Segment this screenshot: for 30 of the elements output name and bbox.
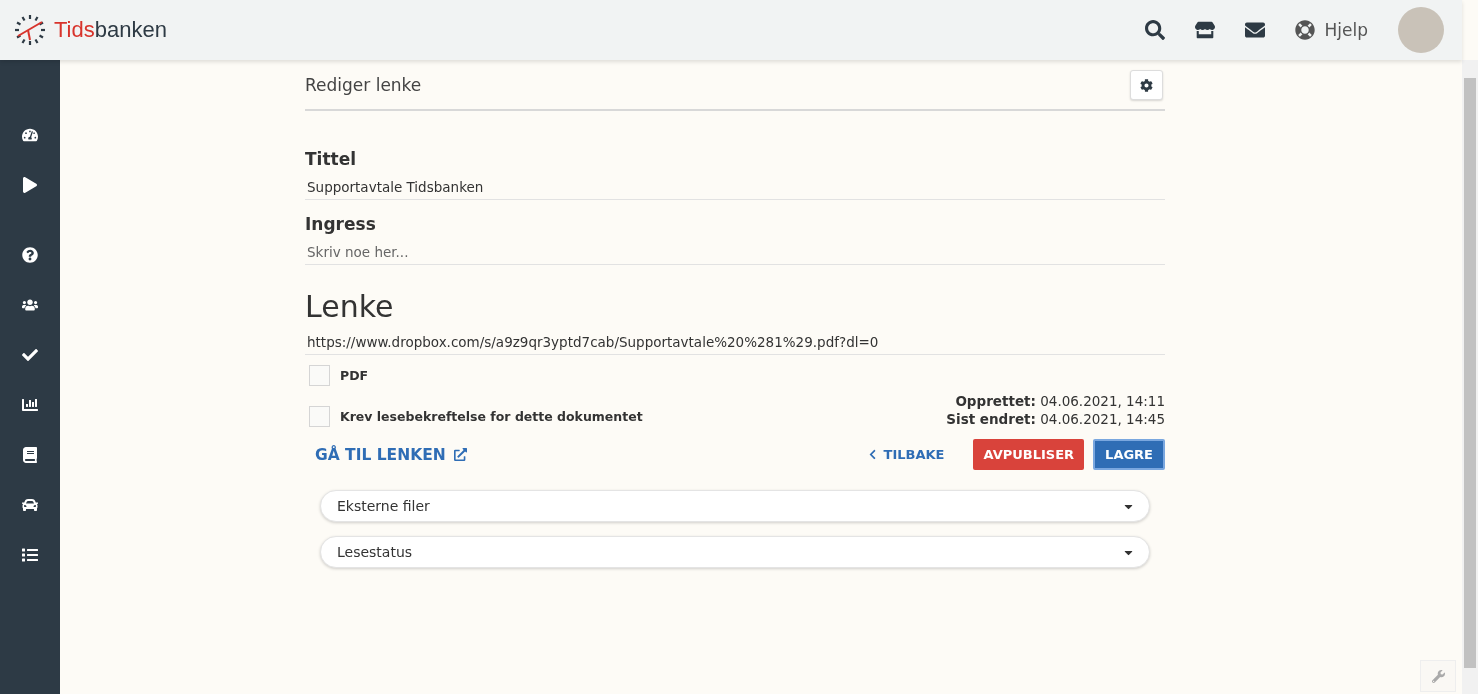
search-icon[interactable]: [1144, 20, 1165, 40]
panel-title: Rediger lenke: [305, 75, 422, 95]
checkbox[interactable]: [309, 365, 330, 386]
scrollbar-thumb[interactable]: [1464, 78, 1476, 668]
field-label: Tittel: [305, 149, 358, 169]
clock-logo-icon: [14, 14, 46, 46]
lifebuoy-icon[interactable]: [1294, 20, 1315, 40]
mail-icon[interactable]: [1244, 20, 1265, 40]
checkbox-label: Krev lesebekreftelse for dette dokumentet: [340, 409, 643, 424]
external-link-icon: [453, 448, 467, 461]
collapsible-section[interactable]: Lesestatus: [320, 536, 1150, 568]
unpublish-button[interactable]: AVPUBLISER: [973, 439, 1085, 470]
save-button[interactable]: LAGRE: [1093, 439, 1165, 470]
help-link[interactable]: Hjelp: [1324, 20, 1368, 40]
section-heading: Lenke: [305, 289, 395, 324]
settings-button[interactable]: [1130, 70, 1163, 100]
store-icon[interactable]: [1194, 20, 1215, 40]
text-field[interactable]: Supportavtale Tidsbanken: [305, 169, 1165, 200]
text-field[interactable]: Skriv noe her...: [305, 234, 1165, 265]
url-field[interactable]: https://www.dropbox.com/s/a9z9qr3yptd7cab/Supportavtale%20%281%29.pdf?dl=0: [305, 324, 1165, 355]
back-link[interactable]: TILBAKE: [866, 447, 945, 462]
collapsible-section[interactable]: Eksterne filer: [320, 490, 1150, 522]
timestamp-text: Opprettet: 04.06.2021, 14:11: [955, 393, 1165, 409]
field-label: Ingress: [305, 214, 377, 234]
checkbox[interactable]: [309, 406, 330, 427]
timestamp-text: Sist endret: 04.06.2021, 14:45: [946, 411, 1165, 427]
open-link[interactable]: GÅ TIL LENKEN: [315, 445, 467, 464]
brand-name: Tidsbanken: [54, 17, 167, 43]
checkbox-label: PDF: [340, 368, 369, 383]
gear-icon: [1140, 78, 1153, 92]
